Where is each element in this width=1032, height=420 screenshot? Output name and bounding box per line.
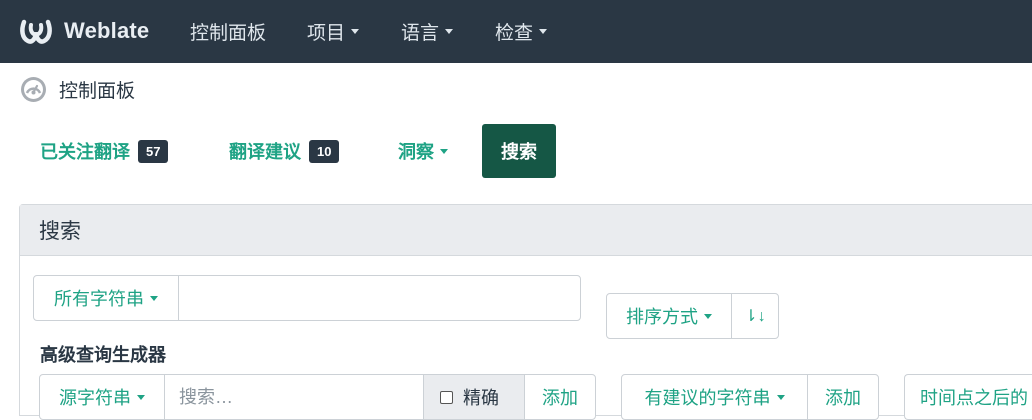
count-badge: 57 xyxy=(138,139,169,163)
exact-checkbox[interactable] xyxy=(440,390,453,404)
tab-suggested-translations[interactable]: 翻译建议 10 xyxy=(229,124,340,178)
query-builder-title: 高级查询生成器 xyxy=(40,345,166,365)
tab-watched-label: 已关注翻译 xyxy=(40,142,130,162)
string-filter-label: 所有字符串 xyxy=(54,289,144,309)
add-field-button[interactable]: 添加 xyxy=(524,374,596,420)
caret-down-icon xyxy=(776,394,785,400)
string-filter-dropdown[interactable]: 所有字符串 xyxy=(33,275,179,321)
nav-projects-label: 项目 xyxy=(307,23,346,44)
exact-match-toggle[interactable]: 精确 xyxy=(423,374,525,420)
sort-by-label: 排序方式 xyxy=(626,307,698,327)
caret-down-icon xyxy=(150,295,158,301)
add-field-label: 添加 xyxy=(542,388,578,408)
dashboard-gauge-icon xyxy=(21,76,46,102)
panel-title: 搜索 xyxy=(20,205,1032,256)
nav-languages-label: 语言 xyxy=(401,23,440,44)
nav-checks-label: 检查 xyxy=(495,23,534,44)
caret-down-icon xyxy=(351,29,360,34)
caret-down-icon xyxy=(445,29,454,34)
caret-down-icon xyxy=(704,313,712,319)
field-select-dropdown[interactable]: 源字符串 xyxy=(39,374,165,420)
count-badge: 10 xyxy=(309,139,340,163)
brand-name: Weblate xyxy=(64,18,150,43)
caret-down-icon xyxy=(440,148,448,154)
sort-direction-button[interactable]: ⇂↓ xyxy=(731,293,779,339)
caret-down-icon xyxy=(137,394,145,400)
nav-dashboard[interactable]: 控制面板 xyxy=(190,0,266,63)
top-navbar: Weblate 控制面板 项目 语言 检查 xyxy=(0,0,1032,63)
tab-suggested-label: 翻译建议 xyxy=(229,142,301,162)
tab-watched-translations[interactable]: 已关注翻译 57 xyxy=(40,124,169,178)
breadcrumb-dashboard[interactable]: 控制面板 xyxy=(59,76,135,103)
nav-checks-dropdown[interactable]: 检查 xyxy=(495,0,548,63)
weblate-logo-icon xyxy=(20,19,52,44)
field-select-label: 源字符串 xyxy=(59,388,131,408)
exact-label: 精确 xyxy=(463,388,499,408)
time-filter-label: 时间点之后的 xyxy=(920,388,1028,408)
tab-search-label: 搜索 xyxy=(501,142,537,162)
breadcrumb: 控制面板 xyxy=(20,75,135,103)
tab-search[interactable]: 搜索 xyxy=(482,124,556,178)
brand-link[interactable]: Weblate xyxy=(18,16,149,46)
suggestion-filter-dropdown[interactable]: 有建议的字符串 xyxy=(621,374,808,420)
suggestion-filter-label: 有建议的字符串 xyxy=(644,388,771,408)
search-query-input[interactable] xyxy=(178,275,581,321)
nav-projects-dropdown[interactable]: 项目 xyxy=(307,0,360,63)
tab-insights-label: 洞察 xyxy=(398,142,434,162)
caret-down-icon xyxy=(539,29,548,34)
add-suggestion-label: 添加 xyxy=(825,388,861,408)
builder-search-input[interactable] xyxy=(164,374,424,420)
sort-direction-icon: ⇂↓ xyxy=(744,308,766,325)
add-suggestion-button[interactable]: 添加 xyxy=(807,374,879,420)
time-filter-dropdown[interactable]: 时间点之后的 xyxy=(904,374,1032,420)
tab-insights-dropdown[interactable]: 洞察 xyxy=(398,124,448,178)
nav-languages-dropdown[interactable]: 语言 xyxy=(401,0,454,63)
nav-dashboard-label: 控制面板 xyxy=(190,23,267,44)
sort-by-dropdown[interactable]: 排序方式 xyxy=(606,293,732,339)
